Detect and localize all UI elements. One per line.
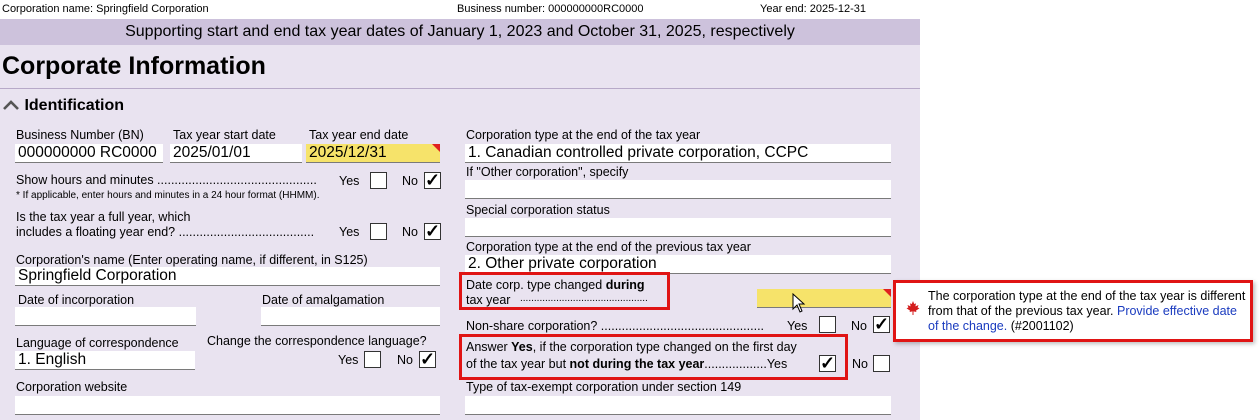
special-status-field[interactable] [465, 218, 891, 237]
hours-label: Show hours and minutes .................… [16, 173, 317, 187]
hours-yes-checkbox[interactable] [370, 172, 387, 189]
change-language-label: Change the correspondence language? [207, 334, 427, 348]
non-share-no-checkbox[interactable]: ✓ [873, 315, 890, 333]
header-business-number: Business number: 000000000RC0000 [457, 3, 644, 15]
non-share-yes-checkbox[interactable] [819, 316, 836, 333]
incorporation-date-field[interactable] [15, 307, 196, 326]
amalgamation-date-label: Date of amalgamation [262, 293, 385, 307]
tax-exempt-label: Type of tax-exempt corporation under sec… [466, 380, 742, 394]
required-corner-marker [883, 289, 891, 297]
maple-leaf-icon [906, 301, 920, 315]
hours-note: * If applicable, enter hours and minutes… [16, 190, 320, 201]
full-year-label-line1: Is the tax year a full year, which [16, 210, 191, 224]
full-year-label-line2: includes a floating year end? ..........… [16, 225, 315, 239]
incorporation-date-label: Date of incorporation [18, 293, 135, 307]
change-language-no-checkbox[interactable]: ✓ [419, 350, 436, 368]
header-bar: Corporation name: Springfield Corporatio… [0, 0, 920, 19]
section-title: Identification [24, 97, 125, 114]
start-date-label: Tax year start date [173, 128, 276, 142]
tooltip-code: (#2001102) [1007, 319, 1074, 333]
header-year-end: Year end: 2025-12-31 [760, 3, 867, 15]
non-share-no-label: No [851, 319, 867, 333]
special-status-label: Special corporation status [466, 203, 610, 217]
start-date-field[interactable]: 2025/01/01 [170, 144, 302, 163]
date-banner: Supporting start and end tax year dates … [0, 19, 920, 45]
full-year-yes-label: Yes [339, 225, 360, 239]
hours-no-checkbox[interactable]: ✓ [424, 171, 441, 189]
other-corp-field[interactable] [465, 180, 891, 199]
chevron-up-icon [3, 100, 19, 110]
tooltip-text: The corporation type at the end of the t… [928, 289, 1246, 334]
full-year-yes-checkbox[interactable] [370, 223, 387, 240]
corp-name-label: Corporation's name (Enter operating name… [16, 253, 368, 267]
end-date-field[interactable]: 2025/12/31 [306, 144, 440, 163]
change-language-no-label: No [397, 353, 413, 367]
answer-no-label: No [852, 357, 868, 371]
full-year-no-checkbox[interactable]: ✓ [424, 222, 441, 240]
form-panel: Corporation name: Springfield Corporatio… [0, 0, 920, 420]
page-title: Corporate Information [2, 52, 266, 80]
language-field[interactable]: 1. English [15, 351, 195, 370]
type-changed-date-field[interactable] [757, 289, 891, 308]
hours-no-label: No [402, 174, 418, 188]
section-identification[interactable]: Identification [2, 97, 124, 115]
type-end-label: Corporation type at the end of the tax y… [466, 128, 701, 142]
end-date-value: 2025/12/31 [309, 144, 387, 161]
hours-yes-label: Yes [339, 174, 360, 188]
change-language-yes-label: Yes [338, 353, 359, 367]
language-label: Language of correspondence [16, 336, 179, 350]
amalgamation-date-field[interactable] [261, 307, 440, 326]
website-field[interactable] [15, 396, 440, 415]
other-corp-label: If "Other corporation", specify [466, 165, 629, 179]
corp-name-field[interactable]: Springfield Corporation [15, 267, 440, 286]
required-corner-marker [432, 144, 440, 152]
tax-exempt-field[interactable] [465, 396, 891, 415]
non-share-label: Non-share corporation? .................… [466, 319, 765, 333]
answer-highlight [459, 334, 848, 380]
change-language-yes-checkbox[interactable] [364, 351, 381, 368]
bn-label: Business Number (BN) [16, 128, 144, 142]
end-date-label: Tax year end date [309, 128, 409, 142]
bn-field[interactable]: 000000000 RC0000 [15, 144, 163, 163]
full-year-no-label: No [402, 225, 418, 239]
answer-no-checkbox[interactable] [873, 355, 890, 372]
non-share-yes-label: Yes [787, 319, 808, 333]
mouse-cursor-icon [792, 293, 806, 313]
header-corp-name: Corporation name: Springfield Corporatio… [2, 3, 209, 15]
website-label: Corporation website [16, 380, 128, 394]
type-end-field[interactable]: 1. Canadian controlled private corporati… [465, 144, 891, 163]
type-prev-label: Corporation type at the end of the previ… [466, 240, 751, 254]
validation-tooltip: The corporation type at the end of the t… [893, 280, 1253, 342]
type-changed-highlight [459, 272, 670, 310]
title-divider [0, 88, 920, 89]
